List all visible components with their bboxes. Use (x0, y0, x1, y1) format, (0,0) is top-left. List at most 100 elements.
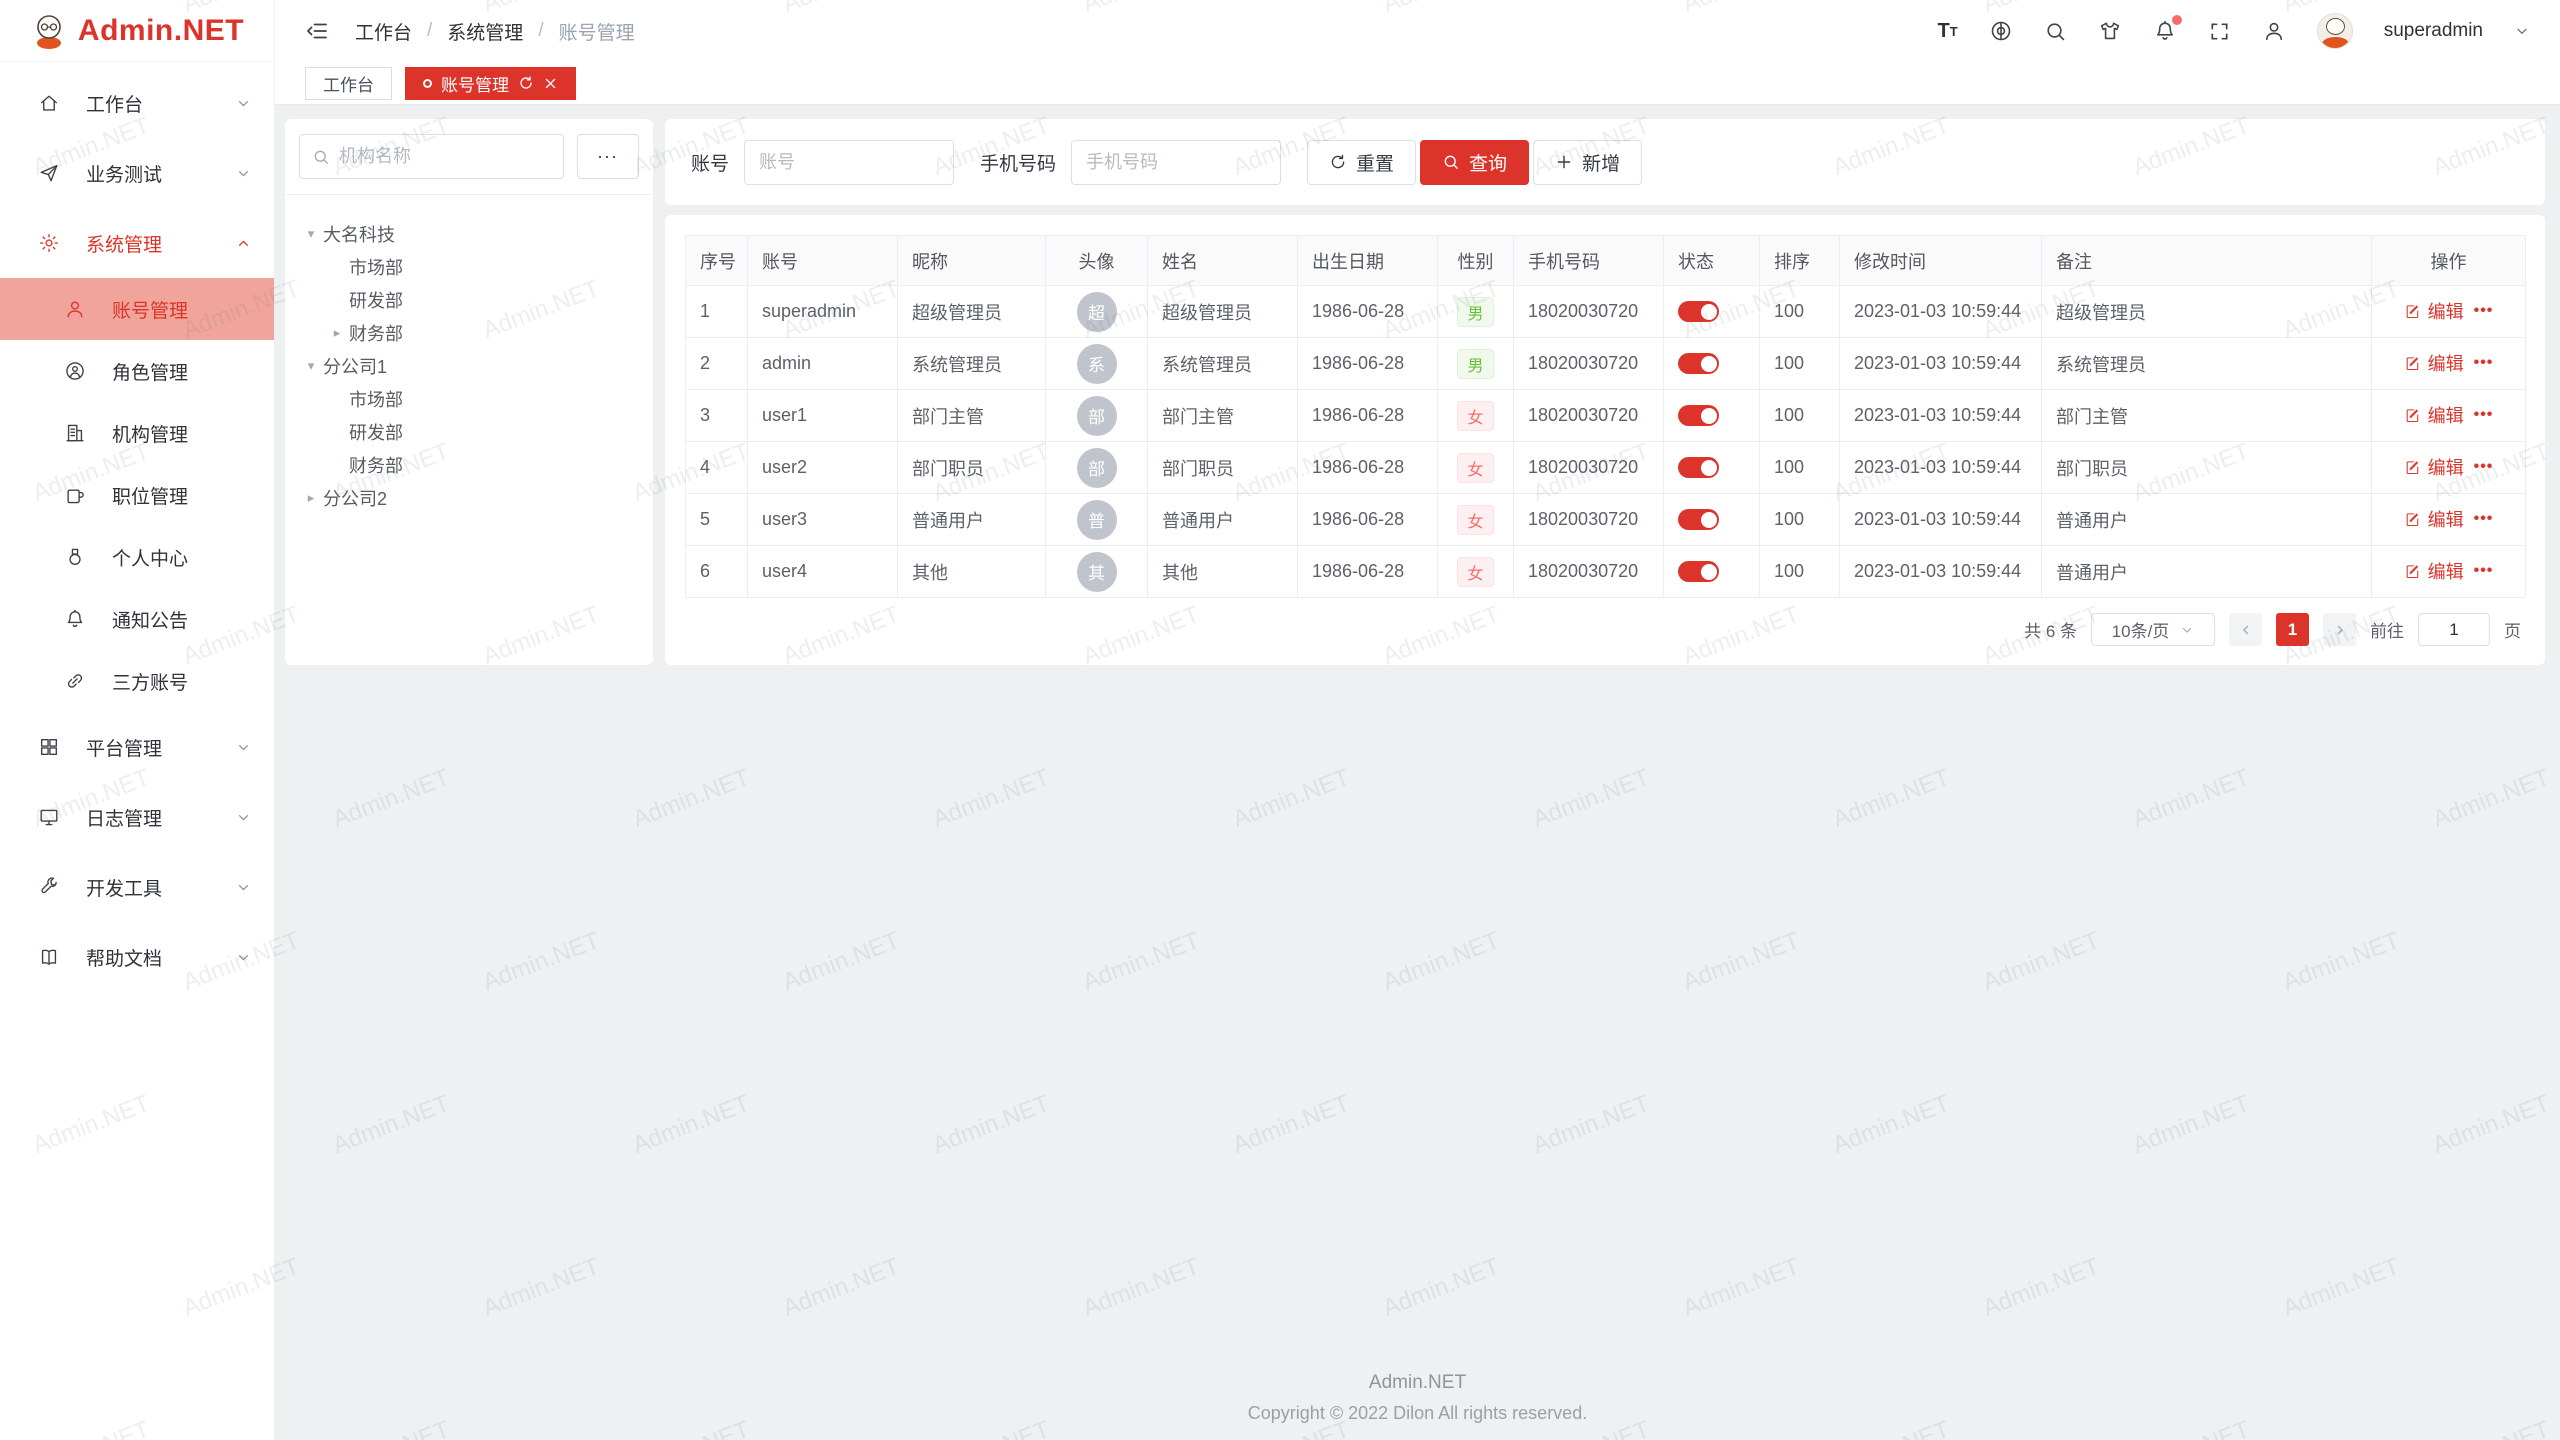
column-header: 修改时间 (1840, 236, 2042, 286)
phone-input[interactable] (1071, 140, 1281, 185)
logo[interactable]: Admin.NET (0, 0, 274, 62)
account-input[interactable] (744, 140, 954, 185)
edit-button[interactable]: 编辑 (2404, 506, 2464, 532)
tree-node[interactable]: 研发部 (285, 415, 653, 448)
chevron-down-icon[interactable] (2514, 23, 2530, 39)
link-icon (64, 670, 86, 692)
reset-button[interactable]: 重置 (1307, 140, 1416, 185)
refresh-icon[interactable] (518, 75, 534, 91)
org-search-input[interactable] (339, 146, 551, 167)
cell-ops: 编辑 ••• (2372, 546, 2526, 598)
sidebar-item-notice[interactable]: 通知公告 (0, 588, 274, 650)
cell-status (1664, 442, 1760, 494)
cell-status (1664, 338, 1760, 390)
sidebar-item-log-mgmt[interactable]: 日志管理 (0, 782, 274, 852)
edit-button[interactable]: 编辑 (2404, 350, 2464, 376)
page-number-current[interactable]: 1 (2276, 613, 2309, 646)
org-more-button[interactable]: ... (577, 134, 639, 179)
sidebar-item-label: 开发工具 (86, 874, 162, 901)
row-more-button[interactable]: ••• (2474, 406, 2494, 424)
username[interactable]: superadmin (2384, 20, 2483, 42)
status-toggle[interactable] (1678, 353, 1719, 374)
cell-nickname: 部门主管 (898, 390, 1046, 442)
cell-status (1664, 286, 1760, 338)
status-toggle[interactable] (1678, 509, 1719, 530)
sidebar-item-dev-tools[interactable]: 开发工具 (0, 852, 274, 922)
cell-sort: 100 (1760, 494, 1840, 546)
sidebar-item-help-docs[interactable]: 帮助文档 (0, 922, 274, 992)
status-toggle[interactable] (1678, 301, 1719, 322)
row-more-button[interactable]: ••• (2474, 510, 2494, 528)
link-icon (64, 670, 86, 692)
user-avatar[interactable] (2317, 13, 2353, 49)
row-more-button[interactable]: ••• (2474, 458, 2494, 476)
sidebar-item-account-mgmt[interactable]: 账号管理 (0, 278, 274, 340)
font-size-icon[interactable]: TT (1938, 21, 1958, 41)
sidebar-item-third-party-account[interactable]: 三方账号 (0, 650, 274, 712)
sidebar-item-position-mgmt[interactable]: 职位管理 (0, 464, 274, 526)
breadcrumb-item[interactable]: 工作台 (355, 18, 412, 45)
watermark-text: Admin.NET (629, 764, 754, 834)
tab-account-mgmt[interactable]: 账号管理 (405, 67, 576, 100)
prev-page-button[interactable] (2229, 613, 2262, 646)
edit-button[interactable]: 编辑 (2404, 298, 2464, 324)
goto-page-input[interactable] (2418, 613, 2490, 646)
caret-down-icon[interactable]: ▾ (299, 226, 323, 242)
caret-right-icon[interactable]: ▸ (325, 325, 349, 341)
search-icon[interactable] (2044, 20, 2067, 43)
sidebar-item-role-mgmt[interactable]: 角色管理 (0, 340, 274, 402)
row-more-button[interactable]: ••• (2474, 562, 2494, 580)
cell-avatar: 超 (1046, 286, 1148, 338)
tab-workbench[interactable]: 工作台 (305, 67, 392, 100)
sidebar-item-org-mgmt[interactable]: 机构管理 (0, 402, 274, 464)
tree-node[interactable]: 市场部 (285, 382, 653, 415)
row-more-button[interactable]: ••• (2474, 354, 2494, 372)
status-toggle[interactable] (1678, 457, 1719, 478)
cell-nickname: 系统管理员 (898, 338, 1046, 390)
sidebar-item-platform-mgmt[interactable]: 平台管理 (0, 712, 274, 782)
page-size-value: 10条/页 (2112, 617, 2170, 642)
theme-shirt-icon[interactable] (2098, 19, 2122, 43)
search-button[interactable]: 查询 (1420, 140, 1529, 185)
profile-icon[interactable] (2262, 19, 2286, 43)
row-avatar: 系 (1077, 344, 1117, 384)
sidebar-item-system-mgmt[interactable]: 系统管理 (0, 208, 274, 278)
language-icon[interactable] (1989, 19, 2013, 43)
column-header: 账号 (748, 236, 898, 286)
close-icon[interactable] (543, 76, 558, 91)
tree-node[interactable]: ▾ 大名科技 (285, 217, 653, 250)
edit-button[interactable]: 编辑 (2404, 402, 2464, 428)
tree-node[interactable]: 研发部 (285, 283, 653, 316)
status-toggle[interactable] (1678, 405, 1719, 426)
sidebar-item-profile-center[interactable]: 个人中心 (0, 526, 274, 588)
sidebar-item-workbench[interactable]: 工作台 (0, 68, 274, 138)
tree-node-label: 大名科技 (323, 221, 395, 247)
notification-bell-icon[interactable] (2153, 19, 2177, 43)
tree-node[interactable]: 财务部 (285, 448, 653, 481)
tree-node[interactable]: 市场部 (285, 250, 653, 283)
edit-button[interactable]: 编辑 (2404, 558, 2464, 584)
status-toggle[interactable] (1678, 561, 1719, 582)
tree-node[interactable]: ▸ 财务部 (285, 316, 653, 349)
chevron-down-icon (235, 95, 252, 112)
tree-node[interactable]: ▾ 分公司1 (285, 349, 653, 382)
caret-down-icon[interactable]: ▾ (299, 358, 323, 374)
page-size-select[interactable]: 10条/页 (2091, 613, 2215, 646)
edit-label: 编辑 (2428, 350, 2464, 376)
next-page-button[interactable] (2323, 613, 2356, 646)
caret-right-icon[interactable]: ▸ (299, 490, 323, 506)
cell-modified: 2023-01-03 10:59:44 (1840, 494, 2042, 546)
watermark-text: Admin.NET (2279, 927, 2404, 997)
fullscreen-icon[interactable] (2208, 20, 2231, 43)
row-more-button[interactable]: ••• (2474, 302, 2494, 320)
breadcrumb-item[interactable]: 系统管理 (447, 18, 523, 45)
add-button[interactable]: 新增 (1533, 140, 1642, 185)
cell-gender: 女 (1438, 546, 1514, 598)
tree-node[interactable]: ▸ 分公司2 (285, 481, 653, 514)
edit-button[interactable]: 编辑 (2404, 454, 2464, 480)
column-header: 性别 (1438, 236, 1514, 286)
sidebar-item-business-test[interactable]: 业务测试 (0, 138, 274, 208)
menu-collapse-icon[interactable] (305, 19, 329, 43)
cell-avatar: 其 (1046, 546, 1148, 598)
cell-no: 4 (686, 442, 748, 494)
